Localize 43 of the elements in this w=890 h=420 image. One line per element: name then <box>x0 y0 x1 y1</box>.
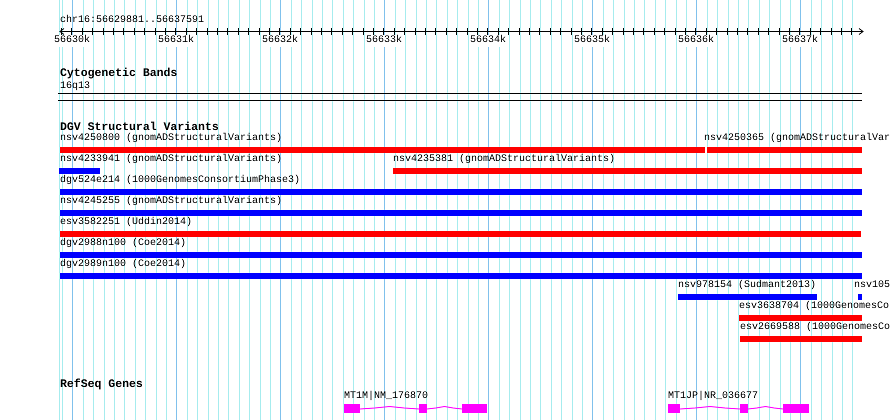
variant-label[interactable]: dgv2988n100 (Coe2014) <box>60 238 186 250</box>
gene-model[interactable] <box>668 404 809 413</box>
gene-label[interactable]: MT1JP|NR_036677 <box>668 391 758 403</box>
variant-label[interactable]: nsv4250365 (gnomADStructuralVar <box>704 133 890 145</box>
variant-bar[interactable] <box>60 210 862 216</box>
variant-label[interactable]: nsv4233941 (gnomADStructuralVariants) <box>60 154 282 166</box>
variant-label[interactable]: nsv105 <box>854 280 890 292</box>
tick-label: 56637k <box>782 35 818 47</box>
variant-bar[interactable] <box>858 294 862 300</box>
variant-bar[interactable] <box>678 294 817 300</box>
variant-bar[interactable] <box>60 189 862 195</box>
track-title: Cytogenetic Bands <box>60 67 178 81</box>
variant-label[interactable]: esv3582251 (Uddin2014) <box>60 217 192 229</box>
tick-label: 56630k <box>54 35 90 47</box>
variant-bar[interactable] <box>739 315 862 321</box>
variant-bar[interactable] <box>740 336 862 342</box>
gene-label[interactable]: MT1M|NM_176870 <box>344 391 428 403</box>
tick-label: 56636k <box>678 35 714 47</box>
track-title: DGV Structural Variants <box>60 121 219 134</box>
variant-label[interactable]: nsv4235381 (gnomADStructuralVariants) <box>393 154 616 166</box>
tick-label: 56631k <box>158 35 194 47</box>
tick-label: 56633k <box>366 35 402 47</box>
track-title: RefSeq Genes <box>60 378 143 392</box>
variant-bar[interactable] <box>393 168 862 174</box>
variant-bar[interactable] <box>707 147 862 153</box>
band-label: 16q13 <box>60 81 90 93</box>
variant-label[interactable]: dgv524e214 (1000GenomesConsortiumPhase3) <box>60 175 300 187</box>
variant-bar[interactable] <box>60 252 862 258</box>
tick-label: 56632k <box>262 35 298 47</box>
variant-label[interactable]: esv2669588 (1000GenomesCo <box>740 322 890 334</box>
variant-label[interactable]: esv3638704 (1000GenomesCo <box>739 301 890 313</box>
tick-label: 56635k <box>574 35 610 47</box>
variant-bar[interactable] <box>60 231 861 237</box>
variant-bar[interactable] <box>60 147 705 153</box>
variant-bar[interactable] <box>60 273 862 279</box>
variant-label[interactable]: nsv4245255 (gnomADStructuralVariants) <box>60 196 282 208</box>
variant-label[interactable]: nsv4250800 (gnomADStructuralVariants) <box>60 133 282 145</box>
variant-bar[interactable] <box>59 168 100 174</box>
region-label: chr16:56629881..56637591 <box>60 15 204 27</box>
variant-label[interactable]: dgv2989n100 (Coe2014) <box>60 259 186 271</box>
gene-model[interactable] <box>344 404 487 413</box>
variant-label[interactable]: nsv978154 (Sudmant2013) <box>678 280 816 292</box>
tick-label: 56634k <box>470 35 506 47</box>
